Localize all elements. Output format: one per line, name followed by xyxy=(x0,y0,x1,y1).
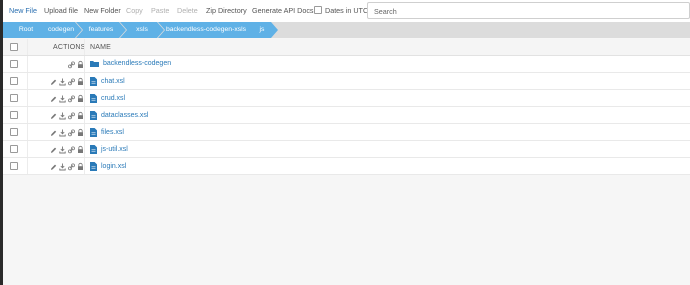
row-checkbox[interactable] xyxy=(10,162,18,170)
table-row[interactable]: crud.xsl xyxy=(3,90,690,107)
edit-icon[interactable] xyxy=(50,111,57,120)
name-header[interactable]: NAME xyxy=(90,44,111,51)
table-row[interactable]: js-util.xsl xyxy=(3,141,690,158)
lock-icon[interactable] xyxy=(77,77,84,86)
lock-icon[interactable] xyxy=(77,145,84,154)
download-icon[interactable] xyxy=(59,94,66,103)
file-name[interactable]: chat.xsl xyxy=(101,78,125,85)
upload-file-button[interactable]: Upload file xyxy=(44,6,78,15)
lock-icon[interactable] xyxy=(77,94,84,103)
copy-button[interactable]: Copy xyxy=(126,6,143,15)
breadcrumb-features[interactable]: features xyxy=(76,22,126,38)
actions-header: ACTIONS xyxy=(53,44,86,51)
file-icon xyxy=(90,77,97,86)
row-actions xyxy=(50,162,84,171)
row-actions xyxy=(50,145,84,154)
lock-icon[interactable] xyxy=(77,111,84,120)
download-icon[interactable] xyxy=(59,162,66,171)
file-name[interactable]: login.xsl xyxy=(101,163,126,170)
breadcrumb-backendless-codegen-xsls[interactable]: backendless-codegen-xsls xyxy=(158,22,254,38)
row-actions xyxy=(50,128,84,137)
file-icon xyxy=(90,145,97,154)
table-row[interactable]: backendless-codegen xyxy=(3,56,690,73)
link-icon[interactable] xyxy=(68,77,75,86)
file-name[interactable]: crud.xsl xyxy=(101,95,125,102)
new-file-button[interactable]: New File xyxy=(9,6,37,15)
file-name[interactable]: dataclasses.xsl xyxy=(101,112,148,119)
breadcrumb: Root codegen features xsls backendless-c… xyxy=(3,22,690,38)
link-icon[interactable] xyxy=(68,111,75,120)
select-all-checkbox[interactable] xyxy=(10,43,18,51)
file-name[interactable]: js-util.xsl xyxy=(101,146,128,153)
file-icon xyxy=(90,111,97,120)
delete-button[interactable]: Delete xyxy=(177,6,198,15)
row-actions xyxy=(50,94,84,103)
table-row[interactable]: dataclasses.xsl xyxy=(3,107,690,124)
lock-icon[interactable] xyxy=(77,128,84,137)
row-actions xyxy=(68,60,84,69)
lock-icon[interactable] xyxy=(77,60,84,69)
link-icon[interactable] xyxy=(68,145,75,154)
download-icon[interactable] xyxy=(59,111,66,120)
search-placeholder: Search xyxy=(374,7,397,16)
dates-in-utc-label: Dates in UTC xyxy=(325,6,369,15)
link-icon[interactable] xyxy=(68,94,75,103)
edit-icon[interactable] xyxy=(50,162,57,171)
breadcrumb-root[interactable]: Root xyxy=(3,22,49,38)
lock-icon[interactable] xyxy=(77,162,84,171)
file-name[interactable]: files.xsl xyxy=(101,129,124,136)
row-actions xyxy=(50,77,84,86)
generate-api-docs-button[interactable]: Generate API Docs xyxy=(252,6,314,15)
row-checkbox[interactable] xyxy=(10,60,18,68)
zip-directory-button[interactable]: Zip Directory xyxy=(206,6,247,15)
file-icon xyxy=(90,162,97,171)
edit-icon[interactable] xyxy=(50,94,57,103)
edit-icon[interactable] xyxy=(50,77,57,86)
file-name[interactable]: backendless-codegen xyxy=(103,60,171,67)
breadcrumb-xsls[interactable]: xsls xyxy=(120,22,164,38)
link-icon[interactable] xyxy=(68,162,75,171)
table-row[interactable]: files.xsl xyxy=(3,124,690,141)
file-icon xyxy=(90,94,97,103)
link-icon[interactable] xyxy=(68,128,75,137)
row-actions xyxy=(50,111,84,120)
folder-icon xyxy=(90,61,99,67)
table-row[interactable]: login.xsl xyxy=(3,158,690,175)
new-folder-button[interactable]: New Folder xyxy=(84,6,121,15)
row-checkbox[interactable] xyxy=(10,145,18,153)
download-icon[interactable] xyxy=(59,128,66,137)
dates-in-utc-checkbox[interactable] xyxy=(314,6,322,14)
row-checkbox[interactable] xyxy=(10,111,18,119)
row-checkbox[interactable] xyxy=(10,94,18,102)
table-row[interactable]: chat.xsl xyxy=(3,73,690,90)
download-icon[interactable] xyxy=(59,77,66,86)
edit-icon[interactable] xyxy=(50,128,57,137)
paste-button[interactable]: Paste xyxy=(151,6,169,15)
row-checkbox[interactable] xyxy=(10,77,18,85)
file-icon xyxy=(90,128,97,137)
search-input[interactable]: Search xyxy=(367,2,690,19)
link-icon[interactable] xyxy=(68,60,75,69)
edit-icon[interactable] xyxy=(50,145,57,154)
toolbar: New File Upload file New Folder Copy Pas… xyxy=(3,0,690,23)
table-header: ACTIONS NAME xyxy=(3,39,690,56)
download-icon[interactable] xyxy=(59,145,66,154)
row-checkbox[interactable] xyxy=(10,128,18,136)
